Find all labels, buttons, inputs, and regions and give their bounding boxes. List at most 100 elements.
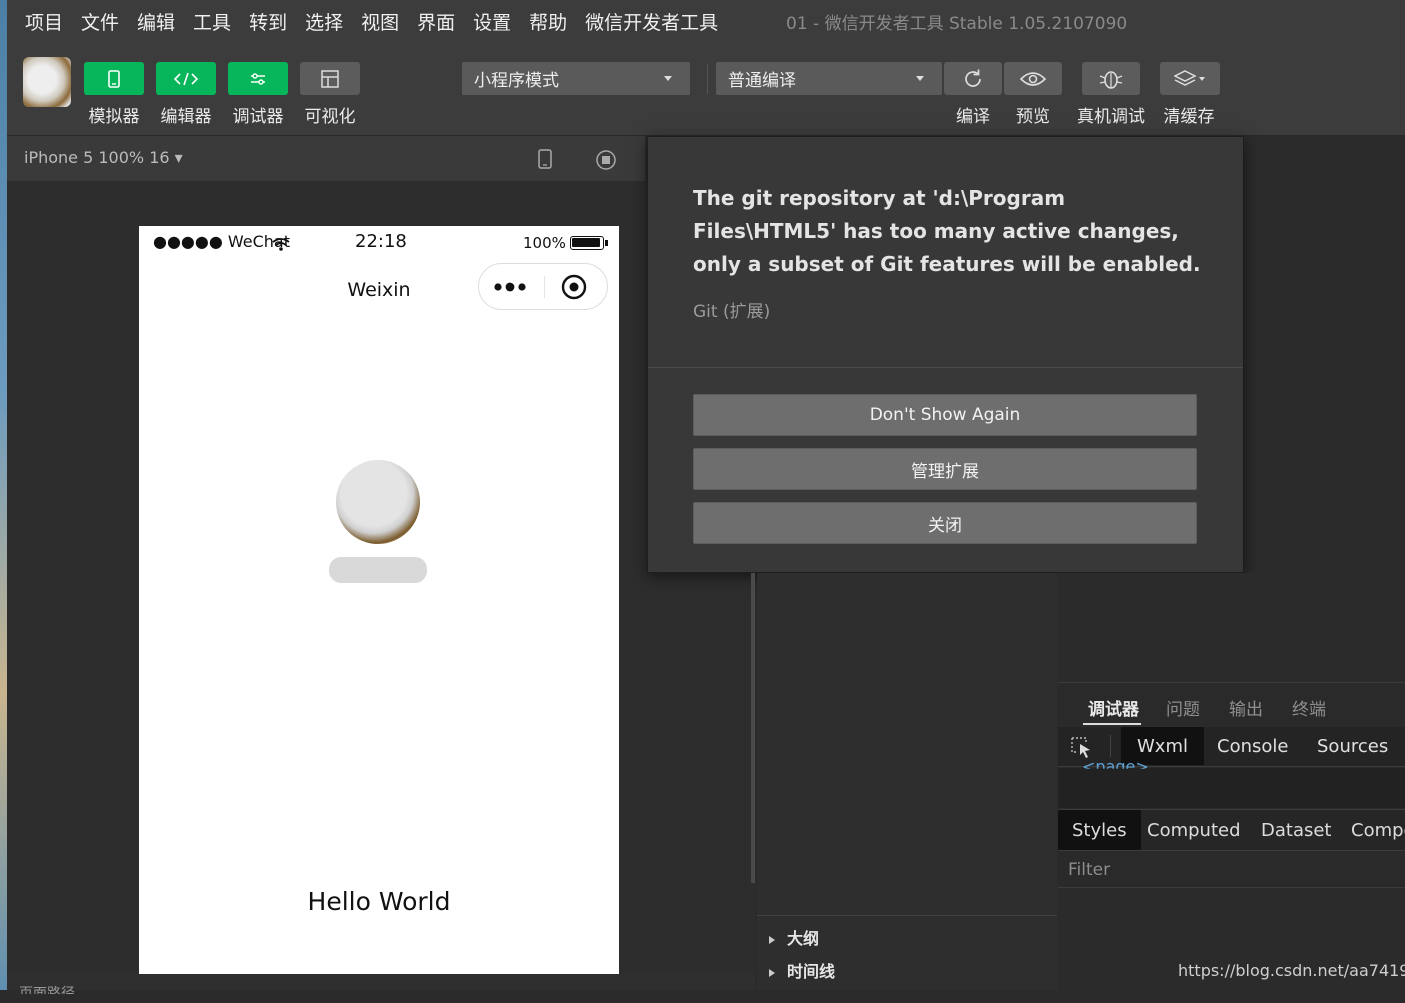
bug-icon	[1098, 68, 1124, 90]
outline-label: 大纲	[787, 929, 820, 948]
notification-divider	[648, 367, 1243, 368]
notification-source: Git (扩展)	[693, 302, 771, 322]
toolbar-divider	[707, 64, 708, 94]
user-avatar[interactable]	[23, 57, 71, 107]
tab-dataset[interactable]: Dataset	[1247, 810, 1346, 850]
editor-label: 编辑器	[160, 107, 212, 127]
remote-debug-button[interactable]	[1082, 62, 1140, 95]
menu-settings[interactable]: 设置	[464, 8, 520, 35]
window-title: 01 - 微信开发者工具 Stable 1.05.2107090	[786, 14, 1128, 34]
menu-select[interactable]: 选择	[296, 8, 352, 35]
menu-wechat-devtools[interactable]: 微信开发者工具	[576, 8, 727, 35]
tab-styles[interactable]: Styles	[1058, 810, 1141, 850]
compile-mode-value: 普通编译	[728, 71, 796, 91]
menu-interface[interactable]: 界面	[408, 8, 464, 35]
simulator-header: iPhone 5 100% 16 ▾	[7, 136, 645, 181]
toolbar: 模拟器 编辑器 调试器 可视化 小程序模式 普通编译 编译 预览 真机调试 清缓…	[7, 42, 1405, 136]
chevron-down-icon	[916, 76, 924, 81]
layers-icon	[1174, 69, 1206, 89]
remote-debug-label: 真机调试	[1077, 107, 1145, 127]
git-notification: The git repository at 'd:\Program Files\…	[647, 136, 1244, 573]
status-time: 22:18	[355, 231, 407, 252]
rotate-device-icon[interactable]	[537, 148, 553, 174]
style-tabs: Styles Computed Dataset Compo	[1058, 809, 1405, 851]
close-miniprogram-icon[interactable]	[561, 274, 587, 304]
user-avatar-image	[336, 460, 420, 544]
tab-terminal[interactable]: 终端	[1292, 695, 1326, 720]
visual-toggle-button[interactable]	[300, 62, 360, 95]
wifi-icon	[272, 236, 290, 255]
tab-problems[interactable]: 问题	[1166, 695, 1200, 720]
desktop-edge	[0, 0, 7, 990]
manage-extensions-button[interactable]: 管理扩展	[693, 448, 1197, 490]
tab-console[interactable]: Console	[1201, 727, 1304, 765]
layout-icon	[321, 69, 339, 88]
menu-view[interactable]: 视图	[352, 8, 408, 35]
status-signal: ●●●●● WeChat	[153, 232, 291, 251]
tab-computed[interactable]: Computed	[1133, 810, 1255, 850]
debugger-top-tabs: 调试器 问题 输出 终端	[1058, 682, 1405, 726]
simulator-toggle-button[interactable]	[84, 62, 144, 95]
chevron-down-icon	[664, 76, 672, 81]
preview-button[interactable]	[1004, 62, 1062, 95]
notification-message: The git repository at 'd:\Program Files\…	[693, 186, 1201, 276]
device-select[interactable]: iPhone 5 100% 16 ▾	[24, 148, 183, 167]
status-battery-text: 100%	[523, 234, 566, 252]
tab-component[interactable]: Compo	[1337, 810, 1405, 850]
preview-label: 预览	[1016, 107, 1050, 127]
wxml-tree	[1058, 768, 1405, 808]
sliders-icon	[250, 72, 266, 86]
status-bar: 页面路径	[7, 974, 755, 994]
battery-tip	[605, 240, 608, 246]
explorer-panel: 大纲 时间线	[757, 573, 1057, 990]
menu-tools[interactable]: 工具	[184, 8, 240, 35]
styles-filter-bar: Filter	[1058, 852, 1405, 888]
menu-help[interactable]: 帮助	[520, 8, 576, 35]
menu-bar: 项目 文件 编辑 工具 转到 选择 视图 界面 设置 帮助 微信开发者工具	[7, 0, 1405, 42]
page-path-label: 页面路径	[19, 986, 75, 1002]
timeline-label: 时间线	[787, 962, 836, 981]
filter-input[interactable]: Filter	[1068, 860, 1110, 880]
watermark: https://blog.csdn.net/aa741996	[1178, 961, 1405, 980]
mode-select-value: 小程序模式	[474, 71, 559, 91]
dont-show-again-button[interactable]: Don't Show Again	[693, 394, 1197, 436]
capsule-divider	[544, 276, 545, 298]
more-icon[interactable]	[493, 279, 529, 298]
hello-text: Hello World	[307, 887, 451, 916]
simulator-label: 模拟器	[88, 107, 140, 127]
record-icon[interactable]	[595, 149, 617, 175]
active-tab-indicator	[1083, 723, 1141, 725]
eye-icon	[1020, 71, 1046, 87]
debugger-toggle-button[interactable]	[228, 62, 288, 95]
explorer-divider	[757, 915, 1057, 916]
close-button[interactable]: 关闭	[693, 502, 1197, 544]
tab-sources[interactable]: Sources	[1301, 727, 1404, 765]
menu-edit[interactable]: 编辑	[128, 8, 184, 35]
editor-scrollbar[interactable]	[751, 573, 755, 883]
menu-project[interactable]: 项目	[7, 8, 72, 35]
menu-goto[interactable]: 转到	[240, 8, 296, 35]
user-nickname-redacted	[329, 557, 427, 583]
refresh-icon	[962, 68, 984, 90]
outline-section[interactable]: 大纲	[769, 925, 819, 949]
battery-icon	[570, 236, 604, 250]
chevron-right-icon	[769, 968, 775, 977]
tab-output[interactable]: 输出	[1229, 695, 1263, 720]
mode-select[interactable]: 小程序模式	[462, 62, 690, 95]
tabs-separator	[1110, 735, 1111, 757]
clear-cache-button[interactable]	[1160, 62, 1220, 95]
visual-label: 可视化	[304, 107, 356, 127]
compile-mode-select[interactable]: 普通编译	[716, 62, 942, 95]
capsule-menu[interactable]	[478, 263, 608, 310]
chevron-right-icon	[769, 935, 775, 944]
code-icon	[173, 72, 199, 86]
timeline-section[interactable]: 时间线	[769, 958, 835, 982]
editor-toggle-button[interactable]	[156, 62, 216, 95]
debugger-label: 调试器	[232, 107, 284, 127]
menu-file[interactable]: 文件	[72, 8, 128, 35]
compile-button[interactable]	[944, 62, 1002, 95]
clear-cache-label: 清缓存	[1163, 107, 1215, 127]
tab-debugger[interactable]: 调试器	[1088, 695, 1139, 720]
phone-icon	[108, 69, 120, 88]
phone-screen[interactable]: ●●●●● WeChat 22:18 100% Weixin Hello Wor…	[139, 226, 619, 974]
